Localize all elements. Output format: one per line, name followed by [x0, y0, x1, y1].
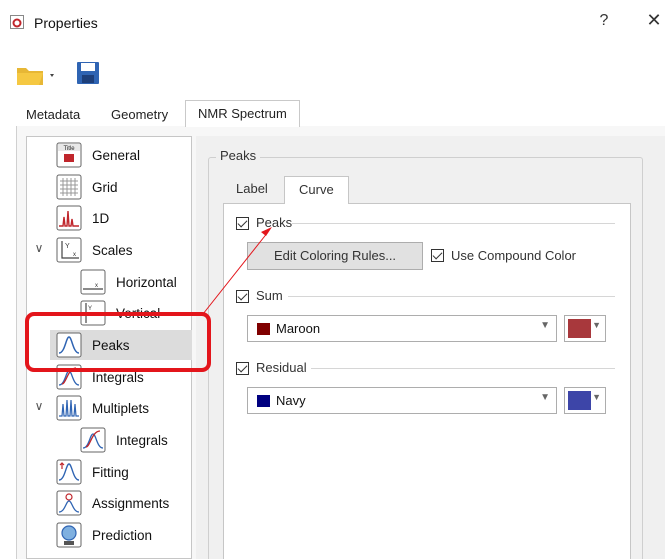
edit-coloring-rules-button[interactable]: Edit Coloring Rules... [247, 242, 423, 270]
residual-checkbox-label: Residual [256, 360, 307, 375]
folder-open-icon[interactable] [16, 62, 60, 88]
peaks-group-title: Peaks [216, 148, 261, 163]
highlight-annotation [25, 312, 211, 372]
spectrum-1d-icon [56, 205, 82, 231]
peaks-checkbox-label: Peaks [256, 215, 293, 230]
save-icon[interactable] [76, 61, 100, 85]
sum-color-picker-button[interactable]: ▼ [564, 315, 606, 342]
chevron-down-icon: ▼ [540, 320, 550, 331]
subtab-label[interactable]: Label [236, 176, 268, 202]
assignments-icon [56, 490, 82, 516]
use-compound-color-checkbox[interactable] [431, 249, 444, 262]
tree-label-grid: Grid [92, 180, 118, 195]
peaks-checkbox[interactable] [236, 217, 249, 230]
tab-metadata[interactable]: Metadata [26, 104, 80, 126]
subtab-curve[interactable]: Curve [284, 176, 349, 204]
tab-nmr-spectrum[interactable]: NMR Spectrum [185, 100, 300, 127]
sum-checkbox[interactable] [236, 290, 249, 303]
residual-color-name: Navy [276, 393, 306, 408]
separator [311, 368, 615, 369]
svg-text:x: x [73, 252, 76, 258]
chevron-down-icon: ▼ [592, 320, 601, 330]
tree-label-fitting: Fitting [92, 465, 129, 480]
residual-color-swatch [257, 395, 270, 407]
sum-color-swatch [257, 323, 270, 335]
tree-label-general: General [92, 148, 141, 163]
fitting-icon [56, 459, 82, 485]
tree-label-multiplets: Multiplets [92, 401, 150, 416]
residual-color-picker-button[interactable]: ▼ [564, 387, 606, 414]
tree-label-multiplet-integrals: Integrals [116, 433, 168, 448]
sum-color-select[interactable]: Maroon ▼ [247, 315, 557, 342]
horizontal-scale-icon: x [80, 269, 106, 295]
tree-label-horizontal: Horizontal [116, 275, 177, 290]
svg-text:Y: Y [65, 243, 70, 250]
help-button[interactable]: ? [596, 12, 612, 30]
multiplets-icon [56, 395, 82, 421]
chevron-down-icon[interactable]: ∨ [32, 399, 46, 413]
sum-color-name: Maroon [276, 321, 321, 336]
prediction-icon [56, 522, 82, 548]
tree-label-prediction: Prediction [92, 528, 153, 543]
tree-label-scales: Scales [92, 243, 133, 258]
title-bar [0, 0, 665, 46]
residual-checkbox[interactable] [236, 362, 249, 375]
title-icon: Title [56, 142, 82, 168]
residual-color-select[interactable]: Navy ▼ [247, 387, 557, 414]
tree-label-assignments: Assignments [92, 496, 170, 511]
tree-label-integrals: Integrals [92, 370, 144, 385]
tree-label-1d: 1D [92, 211, 110, 226]
svg-text:x: x [95, 283, 98, 289]
app-icon [10, 15, 24, 29]
separator [292, 223, 615, 224]
use-compound-color-label: Use Compound Color [451, 248, 577, 263]
window-title: Properties [34, 15, 98, 31]
integrals-icon [80, 427, 106, 453]
chevron-down-icon: ▼ [592, 392, 601, 402]
sum-checkbox-label: Sum [256, 288, 283, 303]
separator [288, 296, 615, 297]
chevron-down-icon: ▼ [540, 392, 550, 403]
tab-geometry[interactable]: Geometry [111, 104, 168, 126]
scales-icon: Y x [56, 237, 82, 263]
sum-color-block [568, 319, 591, 338]
chevron-down-icon[interactable]: ∨ [32, 241, 46, 255]
close-button[interactable]: ✕ [646, 10, 662, 31]
grid-icon [56, 174, 82, 200]
residual-color-block [568, 391, 591, 410]
svg-text:Title: Title [63, 146, 75, 152]
